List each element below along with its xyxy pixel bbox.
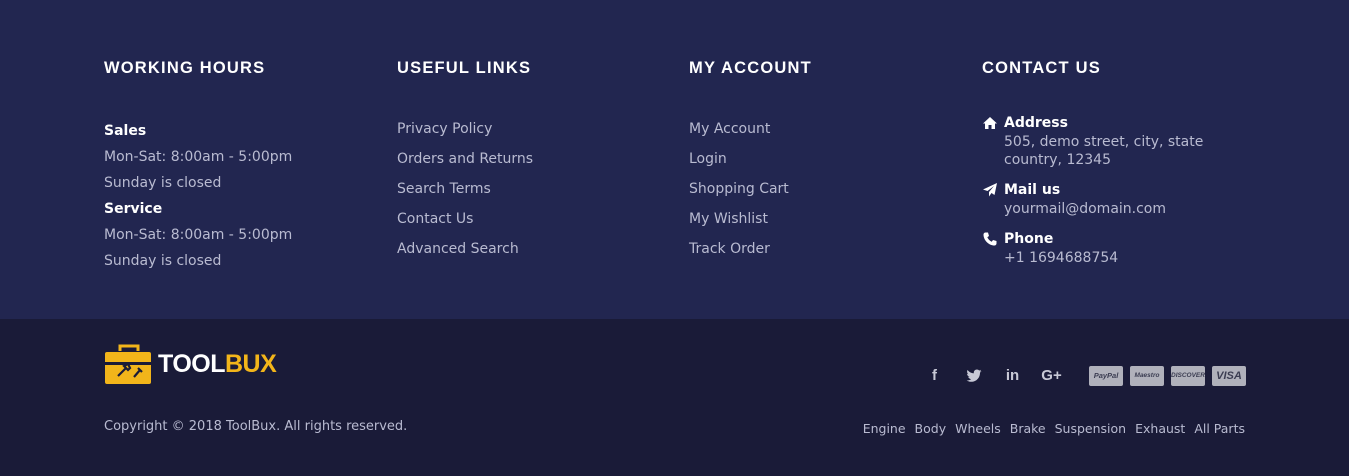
contact-us-link[interactable]: Contact Us <box>397 211 473 227</box>
logo-text-tool: TOOL <box>158 350 225 378</box>
list-item: Advanced Search <box>397 238 533 268</box>
home-icon <box>982 115 998 131</box>
my-wishlist-link[interactable]: My Wishlist <box>689 211 768 227</box>
category-wheels-link[interactable]: Wheels <box>955 420 1001 438</box>
list-item: Search Terms <box>397 178 533 208</box>
contact-address: Address 505, demo street, city, state co… <box>982 113 1214 169</box>
working-hours-title: WORKING HOURS <box>104 59 266 77</box>
list-item: Contact Us <box>397 208 533 238</box>
category-brake-link[interactable]: Brake <box>1010 420 1046 438</box>
list-item: My Account <box>689 118 812 148</box>
copyright-text: Copyright © 2018 ToolBux. All rights res… <box>104 419 408 434</box>
list-item: Track Order <box>689 238 812 268</box>
category-body-link[interactable]: Body <box>915 420 947 438</box>
my-account-link[interactable]: My Account <box>689 121 770 137</box>
useful-links-list: Privacy Policy Orders and Returns Search… <box>397 118 533 268</box>
advanced-search-link[interactable]: Advanced Search <box>397 241 519 257</box>
contact-list: Address 505, demo street, city, state co… <box>982 113 1214 267</box>
phone-value[interactable]: +1 1694688754 <box>1004 249 1214 267</box>
social-links: f in G+ <box>915 365 1071 387</box>
linkedin-icon[interactable]: in <box>993 365 1032 387</box>
service-time: Mon-Sat: 8:00am - 5:00pm <box>104 227 293 243</box>
my-account-title: MY ACCOUNT <box>689 59 812 77</box>
paypal-badge: PayPal <box>1089 366 1123 386</box>
contact-phone: Phone +1 1694688754 <box>982 229 1214 267</box>
contact-us-title: CONTACT US <box>982 59 1101 77</box>
paper-plane-icon <box>982 182 998 198</box>
shopping-cart-link[interactable]: Shopping Cart <box>689 181 789 197</box>
category-links: Engine Body Wheels Brake Suspension Exha… <box>863 420 1245 438</box>
mail-label: Mail us <box>1004 182 1061 198</box>
my-account-column: MY ACCOUNT My Account Login Shopping Car… <box>689 58 812 268</box>
category-engine-link[interactable]: Engine <box>863 420 906 438</box>
logo-text-bux: BUX <box>224 350 277 378</box>
contact-mail: Mail us yourmail@domain.com <box>982 180 1214 218</box>
category-exhaust-link[interactable]: Exhaust <box>1135 420 1185 438</box>
contact-us-column: CONTACT US Address 505, demo street, cit… <box>982 58 1214 267</box>
search-terms-link[interactable]: Search Terms <box>397 181 491 197</box>
working-hours-column: WORKING HOURS Sales Mon-Sat: 8:00am - 5:… <box>104 58 292 274</box>
twitter-icon[interactable] <box>954 365 993 387</box>
address-label: Address <box>1004 115 1068 131</box>
logo-text: TOOLBUX <box>158 348 277 380</box>
toolbux-logo[interactable]: TOOLBUX <box>104 343 277 387</box>
privacy-policy-link[interactable]: Privacy Policy <box>397 121 492 137</box>
footer-top: WORKING HOURS Sales Mon-Sat: 8:00am - 5:… <box>0 0 1349 319</box>
sales-time: Mon-Sat: 8:00am - 5:00pm <box>104 149 293 165</box>
category-all-parts-link[interactable]: All Parts <box>1194 420 1245 438</box>
phone-label: Phone <box>1004 231 1054 247</box>
phone-icon <box>982 231 998 247</box>
mail-value[interactable]: yourmail@domain.com <box>1004 200 1214 218</box>
service-label: Service <box>104 201 163 217</box>
discover-badge: DISCOVER <box>1171 366 1205 386</box>
sales-label: Sales <box>104 123 147 139</box>
login-link[interactable]: Login <box>689 151 727 167</box>
list-item: Shopping Cart <box>689 178 812 208</box>
category-suspension-link[interactable]: Suspension <box>1055 420 1126 438</box>
visa-badge: VISA <box>1212 366 1246 386</box>
hours-block: Sales Mon-Sat: 8:00am - 5:00pm Sunday is… <box>104 118 292 274</box>
google-plus-icon[interactable]: G+ <box>1032 365 1071 387</box>
track-order-link[interactable]: Track Order <box>689 241 770 257</box>
list-item: Orders and Returns <box>397 148 533 178</box>
maestro-badge: Maestro <box>1130 366 1164 386</box>
service-closed: Sunday is closed <box>104 253 222 269</box>
payment-methods: PayPal Maestro DISCOVER VISA <box>1089 366 1246 386</box>
list-item: Login <box>689 148 812 178</box>
my-account-list: My Account Login Shopping Cart My Wishli… <box>689 118 812 268</box>
address-value: 505, demo street, city, state country, 1… <box>1004 134 1204 168</box>
useful-links-column: USEFUL LINKS Privacy Policy Orders and R… <box>397 58 533 268</box>
list-item: My Wishlist <box>689 208 812 238</box>
useful-links-title: USEFUL LINKS <box>397 59 532 77</box>
list-item: Privacy Policy <box>397 118 533 148</box>
facebook-icon[interactable]: f <box>915 365 954 387</box>
orders-returns-link[interactable]: Orders and Returns <box>397 151 533 167</box>
sales-closed: Sunday is closed <box>104 175 222 191</box>
